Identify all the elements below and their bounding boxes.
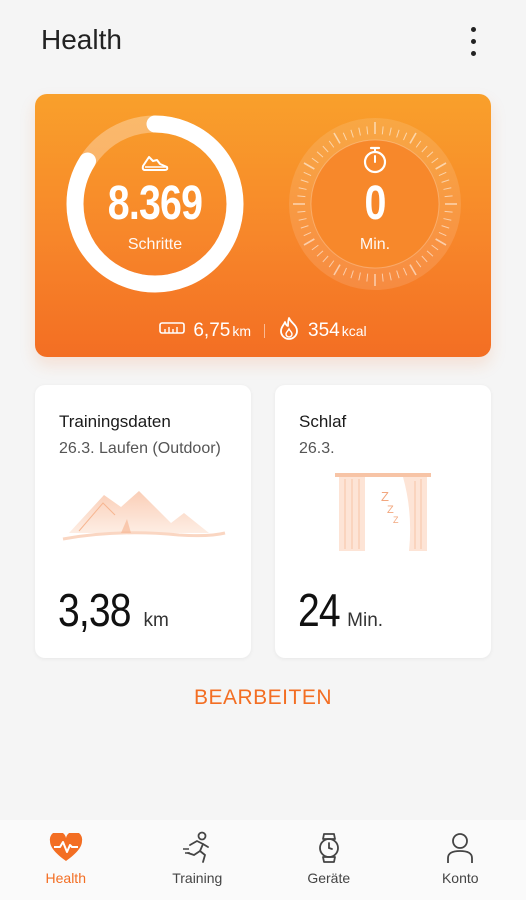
stat-divider xyxy=(264,323,266,338)
nav-item-training[interactable]: Training xyxy=(132,820,264,900)
runner-icon xyxy=(179,830,215,866)
nav-label-health: Health xyxy=(45,870,86,886)
active-time-ring[interactable]: 0 Min. xyxy=(283,112,467,296)
sleep-value-row: 24 Min. xyxy=(298,583,383,637)
nav-label-konto: Konto xyxy=(441,870,479,886)
edit-button[interactable]: BEARBEITEN xyxy=(0,686,526,710)
active-time-label: Min. xyxy=(359,236,391,253)
calories-stat: 354 kcal xyxy=(278,316,367,345)
calories-unit: kcal xyxy=(341,322,367,339)
more-vert-dot xyxy=(470,50,476,56)
nav-item-konto[interactable]: Konto xyxy=(395,820,526,900)
more-vert-dot xyxy=(470,38,476,44)
calories-value: 354 xyxy=(308,319,340,341)
flame-icon xyxy=(278,316,300,345)
nav-label-training: Training xyxy=(172,870,223,886)
svg-text:Z: Z xyxy=(393,515,399,525)
person-icon xyxy=(442,830,478,866)
app-header: Health xyxy=(0,0,526,86)
mountains-icon xyxy=(59,473,229,555)
curtain-sleep-icon: Z Z Z xyxy=(299,473,469,555)
steps-value: 8.369 xyxy=(107,177,203,230)
sleep-subtitle: 26.3. xyxy=(299,440,335,457)
nav-item-health[interactable]: Health xyxy=(0,820,132,900)
training-value-row: 3,38 km xyxy=(58,583,169,637)
active-time-value: 0 xyxy=(364,177,386,230)
training-unit: km xyxy=(143,610,169,631)
training-subtitle: 26.3. Laufen (Outdoor) xyxy=(59,440,221,457)
svg-text:Z: Z xyxy=(381,489,389,504)
sleep-value: 24 xyxy=(298,584,341,636)
more-vert-icon xyxy=(470,26,476,32)
watch-icon xyxy=(311,830,347,866)
training-card[interactable]: Trainingsdaten 26.3. Laufen (Outdoor) 3,… xyxy=(35,385,251,658)
shoe-icon xyxy=(63,152,247,174)
steps-label: Schritte xyxy=(127,236,183,253)
distance-value: 6,75 xyxy=(193,319,231,341)
bottom-navigation: Health Training Geräte Konto xyxy=(0,820,526,900)
distance-stat: 6,75 km xyxy=(159,320,251,342)
training-title: Trainingsdaten xyxy=(59,412,171,431)
hero-stats-row: 6,75 km 354 kcal xyxy=(35,316,491,345)
stopwatch-icon xyxy=(283,146,467,174)
training-value: 3,38 xyxy=(58,584,132,636)
sleep-title: Schlaf xyxy=(299,412,347,431)
more-options-button[interactable] xyxy=(456,22,490,60)
ruler-icon xyxy=(159,321,186,340)
heart-pulse-icon xyxy=(48,830,84,866)
activity-summary-card[interactable]: 8.369 Schritte 0 Min. 6,75 km 354 kcal xyxy=(35,94,491,357)
distance-unit: km xyxy=(232,322,252,339)
nav-item-geraete[interactable]: Geräte xyxy=(263,820,395,900)
nav-label-geraete: Geräte xyxy=(307,870,351,886)
page-title: Health xyxy=(41,24,122,55)
sleep-card[interactable]: Schlaf 26.3. Z Z Z 24 Min. xyxy=(275,385,491,658)
steps-ring[interactable]: 8.369 Schritte xyxy=(63,112,247,296)
sleep-unit: Min. xyxy=(347,610,384,631)
